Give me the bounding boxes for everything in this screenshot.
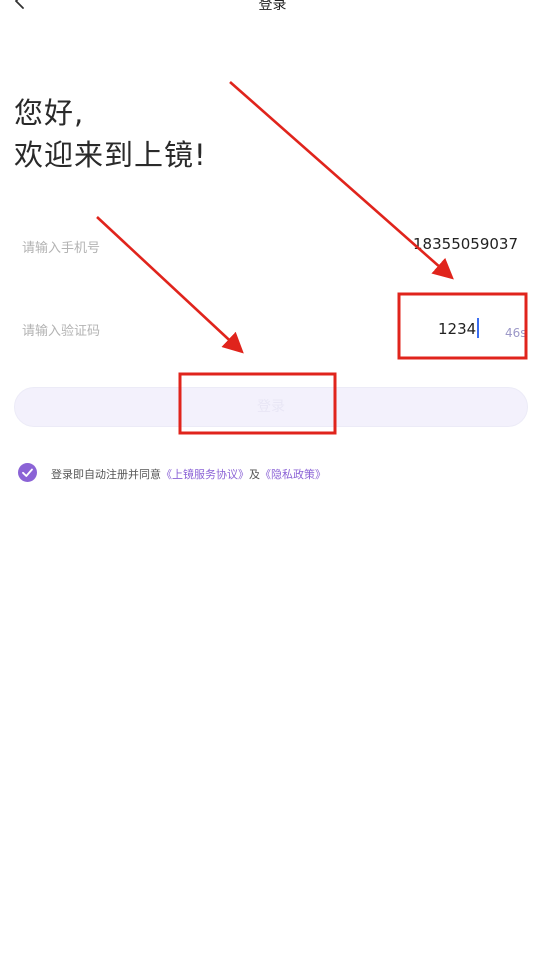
code-placeholder: 请输入验证码 — [22, 324, 101, 339]
verification-code-input[interactable]: 请输入验证码 1234 46s — [22, 314, 527, 344]
agreement-middle: 及 — [249, 468, 260, 481]
login-page: 登录 您好, 欢迎来到上镜! 请输入手机号 18355059037 请输入验证码… — [0, 0, 545, 960]
greeting-line-1: 您好, — [14, 96, 85, 130]
login-button[interactable]: 登录 — [14, 387, 528, 427]
phone-placeholder: 请输入手机号 — [22, 241, 101, 256]
code-value-wrap: 1234 — [438, 318, 480, 338]
phone-input[interactable]: 请输入手机号 18355059037 — [22, 231, 522, 261]
text-cursor — [477, 318, 480, 338]
code-value: 1234 — [438, 320, 477, 338]
service-agreement-link[interactable]: 《上镜服务协议》 — [161, 468, 249, 481]
phone-value: 18355059037 — [413, 235, 518, 253]
page-title: 登录 — [258, 0, 287, 13]
greeting: 您好, 欢迎来到上镜! — [14, 92, 207, 176]
agreement-text: 登录即自动注册并同意《上镜服务协议》及《隐私政策》 — [51, 466, 326, 482]
greeting-line-2: 欢迎来到上镜! — [14, 138, 207, 172]
header: 登录 — [0, 0, 545, 14]
check-circle-icon — [22, 468, 33, 477]
agreement-prefix: 登录即自动注册并同意 — [51, 468, 161, 481]
countdown-timer: 46s — [505, 326, 527, 340]
privacy-policy-link[interactable]: 《隐私政策》 — [260, 468, 326, 481]
agreement-checkbox[interactable] — [18, 463, 37, 482]
